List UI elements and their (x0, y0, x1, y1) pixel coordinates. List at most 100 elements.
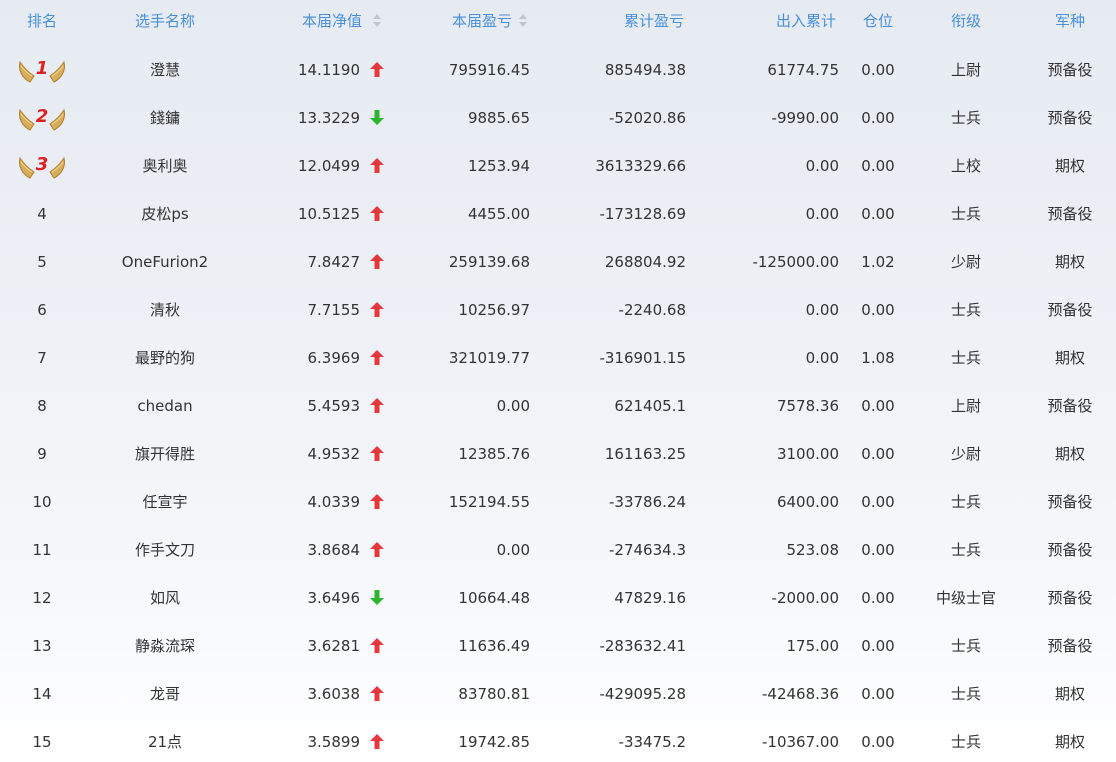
player-name[interactable]: 最野的狗 (84, 334, 246, 382)
trend-up-icon (370, 734, 384, 749)
pl-value: 795916.45 (448, 61, 530, 79)
position-value: 0.00 (861, 637, 895, 655)
table-row[interactable]: 15 21点 3.5899 19742.85 -33475.2 -10367.0… (0, 718, 1116, 762)
player-name[interactable]: 21点 (84, 718, 246, 762)
position-value: 0.00 (861, 589, 895, 607)
nav-value: 3.8684 (307, 541, 361, 559)
nav-value: 10.5125 (297, 205, 360, 223)
io-value: 0.00 (805, 205, 839, 223)
trend-cell (366, 334, 388, 382)
trend-cell (366, 718, 388, 762)
table-row[interactable]: 10 任宣宇 4.0339 152194.55 -33786.24 6400.0… (0, 478, 1116, 526)
pl-value: 321019.77 (448, 349, 530, 367)
trend-cell (366, 94, 388, 142)
nav-value: 14.1190 (297, 61, 360, 79)
trend-up-icon (370, 446, 384, 461)
io-value: 61774.75 (767, 61, 839, 79)
position-value: 0.00 (861, 445, 895, 463)
position-value: 0.00 (861, 157, 895, 175)
cum-pl-value: -33475.2 (618, 733, 686, 751)
player-name[interactable]: 澄慧 (84, 46, 246, 94)
trend-cell (366, 670, 388, 718)
title-value: 士兵 (950, 733, 981, 751)
rank-medal-icon: 1 (19, 58, 65, 83)
corps-value: 期权 (1054, 349, 1085, 367)
column-header-nav[interactable]: 本届净值 (250, 0, 362, 42)
player-name[interactable]: chedan (84, 382, 246, 430)
rank-cell: 12 (32, 589, 52, 607)
table-row[interactable]: 2 錢鏞 13.3229 9885.65 -52020.86 -9990.00 … (0, 94, 1116, 142)
column-header-cum-pl[interactable]: 累计盈亏 (540, 0, 684, 42)
table-row[interactable]: 6 清秋 7.7155 10256.97 -2240.68 0.00 0.00 … (0, 286, 1116, 334)
pl-value: 0.00 (496, 397, 530, 415)
corps-value: 预备役 (1047, 541, 1093, 559)
trend-up-icon (370, 158, 384, 173)
column-header-pl[interactable]: 本届盈亏 (400, 0, 512, 42)
player-name[interactable]: 任宣宇 (84, 478, 246, 526)
corps-value: 预备役 (1047, 397, 1093, 415)
player-name[interactable]: 錢鏞 (84, 94, 246, 142)
player-name[interactable]: 作手文刀 (84, 526, 246, 574)
column-header-corps[interactable]: 军种 (1024, 0, 1116, 42)
position-value: 0.00 (861, 541, 895, 559)
table-row[interactable]: 14 龙哥 3.6038 83780.81 -429095.28 -42468.… (0, 670, 1116, 718)
position-value: 0.00 (861, 397, 895, 415)
nav-value: 6.3969 (307, 349, 361, 367)
column-header-io[interactable]: 出入累计 (700, 0, 836, 42)
corps-value: 期权 (1054, 445, 1085, 463)
table-row[interactable]: 12 如风 3.6496 10664.48 47829.16 -2000.00 … (0, 574, 1116, 622)
table-row[interactable]: 3 奥利奥 12.0499 1253.94 3613329.66 0.00 0.… (0, 142, 1116, 190)
table-row[interactable]: 9 旗开得胜 4.9532 12385.76 161163.25 3100.00… (0, 430, 1116, 478)
title-value: 士兵 (950, 301, 981, 319)
player-name[interactable]: 皮松ps (84, 190, 246, 238)
io-value: 523.08 (786, 541, 840, 559)
player-name[interactable]: 如风 (84, 574, 246, 622)
table-row[interactable]: 8 chedan 5.4593 0.00 621405.1 7578.36 0.… (0, 382, 1116, 430)
pl-value: 83780.81 (458, 685, 530, 703)
pl-value: 11636.49 (458, 637, 530, 655)
trend-up-icon (370, 494, 384, 509)
trend-cell (366, 430, 388, 478)
rank-cell: 3 (0, 142, 84, 190)
cum-pl-value: 885494.38 (604, 61, 686, 79)
table-row[interactable]: 11 作手文刀 3.8684 0.00 -274634.3 523.08 0.0… (0, 526, 1116, 574)
column-header-rank[interactable]: 排名 (0, 0, 84, 42)
nav-value: 5.4593 (307, 397, 361, 415)
cum-pl-value: -429095.28 (599, 685, 686, 703)
column-header-title[interactable]: 衔级 (916, 0, 1016, 42)
player-name[interactable]: OneFurion2 (84, 238, 246, 286)
sort-icon[interactable] (518, 14, 528, 30)
table-row[interactable]: 5 OneFurion2 7.8427 259139.68 268804.92 … (0, 238, 1116, 286)
trend-cell (366, 526, 388, 574)
title-value: 士兵 (950, 541, 981, 559)
position-value: 0.00 (861, 685, 895, 703)
position-value: 1.08 (861, 349, 895, 367)
title-value: 士兵 (950, 637, 981, 655)
table-row[interactable]: 7 最野的狗 6.3969 321019.77 -316901.15 0.00 … (0, 334, 1116, 382)
player-name[interactable]: 静淼流琛 (84, 622, 246, 670)
pl-value: 259139.68 (448, 253, 530, 271)
player-name[interactable]: 奥利奥 (84, 142, 246, 190)
rank-cell: 8 (37, 397, 47, 415)
pl-value: 10256.97 (458, 301, 530, 319)
cum-pl-value: -2240.68 (618, 301, 686, 319)
pl-value: 4455.00 (467, 205, 530, 223)
corps-value: 期权 (1054, 733, 1085, 751)
column-header-name[interactable]: 选手名称 (84, 0, 246, 42)
nav-value: 7.7155 (307, 301, 361, 319)
table-row[interactable]: 1 澄慧 14.1190 795916.45 885494.38 61774.7… (0, 46, 1116, 94)
corps-value: 预备役 (1047, 493, 1093, 511)
nav-value: 7.8427 (307, 253, 361, 271)
rank-cell: 5 (37, 253, 47, 271)
io-value: -2000.00 (771, 589, 839, 607)
trend-cell (366, 142, 388, 190)
player-name[interactable]: 龙哥 (84, 670, 246, 718)
column-header-position[interactable]: 仓位 (848, 0, 908, 42)
nav-value: 12.0499 (297, 157, 360, 175)
player-name[interactable]: 清秋 (84, 286, 246, 334)
rank-cell: 2 (0, 94, 84, 142)
table-row[interactable]: 13 静淼流琛 3.6281 11636.49 -283632.41 175.0… (0, 622, 1116, 670)
player-name[interactable]: 旗开得胜 (84, 430, 246, 478)
table-row[interactable]: 4 皮松ps 10.5125 4455.00 -173128.69 0.00 0… (0, 190, 1116, 238)
sort-icon[interactable] (372, 14, 382, 30)
